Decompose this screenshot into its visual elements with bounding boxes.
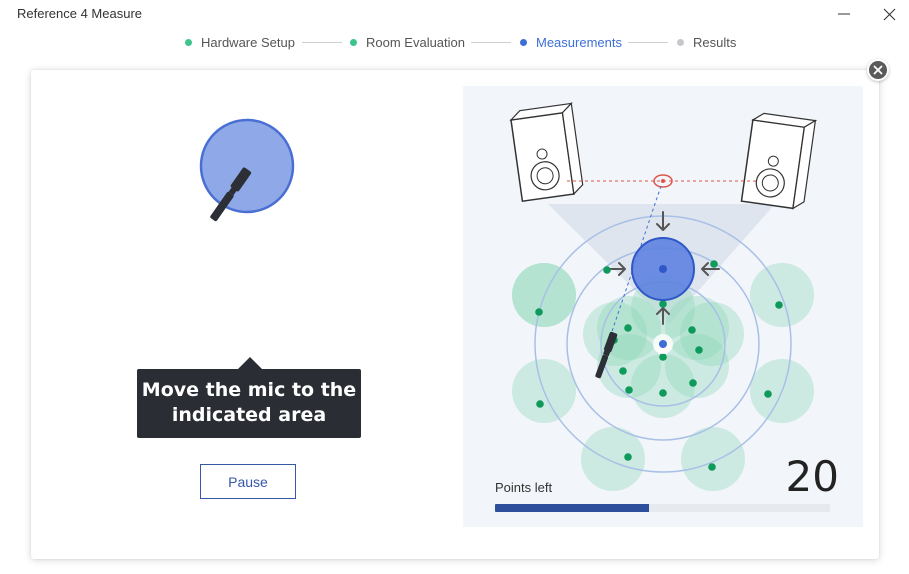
instruction-tooltip: Move the mic to the indicated area [137,369,361,438]
center-dot [659,340,667,348]
right-speaker-icon [740,112,818,210]
step-room-evaluation[interactable]: Room Evaluation [350,33,465,51]
minimize-button[interactable] [832,4,856,26]
step-connector [302,42,342,43]
step-status-dot [350,38,357,46]
step-label: Results [693,34,737,50]
progress-fill [495,504,650,512]
wizard-stepper: Hardware Setup Room Evaluation Measureme… [0,33,909,53]
instruction-line-1: Move the mic to the [141,379,357,401]
step-connector [471,42,511,43]
step-results[interactable]: Results [677,33,736,51]
step-status-dot [520,38,527,46]
step-label: Hardware Setup [201,34,295,50]
instruction-arrow [238,357,262,369]
step-status-dot [677,38,684,46]
points-left-label: Points left [495,480,553,495]
step-label: Room Evaluation [366,34,465,50]
step-label: Measurements [536,34,622,50]
close-icon [883,8,896,21]
close-icon [873,65,883,75]
app-title: Reference 4 Measure [17,6,143,21]
minimize-icon [838,13,850,15]
room-panel: Points left 20 [463,86,863,527]
points-left-count: 20 [785,452,839,501]
step-status-dot [185,38,192,46]
progress-bar [495,504,830,512]
step-measurements[interactable]: Measurements [520,33,622,51]
title-bar: Reference 4 Measure [0,0,909,30]
left-speaker-icon [509,102,584,203]
step-connector [628,42,668,43]
card-close-button[interactable] [867,59,889,81]
mic-target-icon [199,118,295,222]
step-hardware-setup[interactable]: Hardware Setup [185,33,295,51]
instruction-line-2: indicated area [171,404,327,426]
pause-button[interactable]: Pause [200,464,296,499]
current-target [631,237,695,301]
window-close-button[interactable] [877,4,901,26]
